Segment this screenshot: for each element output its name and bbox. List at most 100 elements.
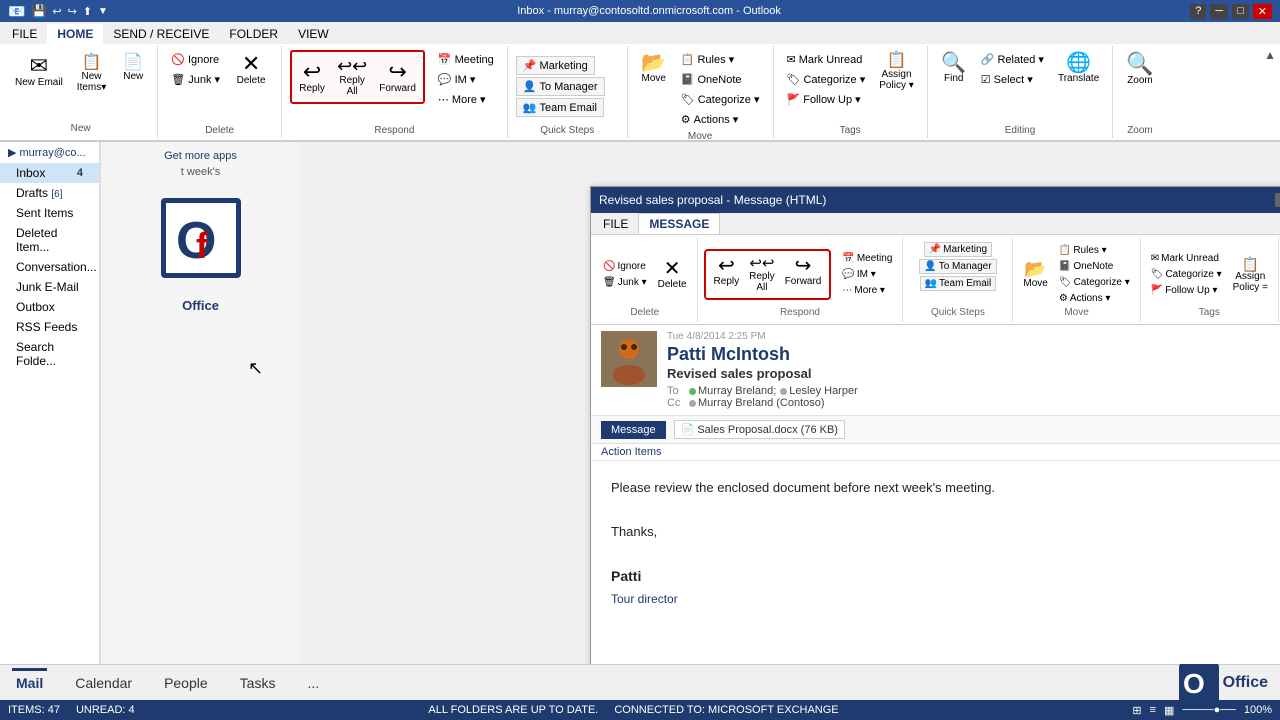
nav-people[interactable]: People xyxy=(160,671,212,695)
view-normal-btn[interactable]: ⊞ xyxy=(1132,704,1141,717)
mark-unread-btn[interactable]: ✉ Mark Unread xyxy=(782,50,871,69)
rules-btn[interactable]: 📋 Rules ▾ xyxy=(676,50,765,69)
meeting-btn[interactable]: 📅 Meeting xyxy=(433,50,499,69)
translate-icon: 🌐 xyxy=(1066,53,1091,73)
mw-team-email-btn[interactable]: 👥 Team Email xyxy=(920,276,997,291)
undo-btn[interactable]: ↩ xyxy=(52,5,61,18)
sidebar-item-outbox[interactable]: Outbox xyxy=(0,297,99,317)
action-items-link[interactable]: Action Items xyxy=(601,446,662,458)
signature-title: Tour director xyxy=(611,589,1280,609)
message-tab-btn[interactable]: Message xyxy=(601,421,666,439)
rules-icon: 📋 xyxy=(681,53,695,66)
mw-marketing-btn[interactable]: 📌 Marketing xyxy=(924,242,992,257)
mw-tags-categorize-btn[interactable]: 🏷 Categorize ▾ xyxy=(1147,267,1226,282)
new-items-btn[interactable]: 📋 NewItems▾ xyxy=(72,52,111,96)
marketing-btn[interactable]: 📌 Marketing xyxy=(516,56,595,75)
team-email-btn[interactable]: 👥 Team Email xyxy=(516,98,604,117)
mw-im-btn[interactable]: 💬 IM ▾ xyxy=(838,267,896,282)
sidebar-item-search[interactable]: Search Folde... xyxy=(0,337,99,371)
sidebar-item-junk[interactable]: Junk E-Mail xyxy=(0,277,99,297)
reply-btn[interactable]: ↩ Reply xyxy=(294,58,330,97)
sidebar-item-inbox[interactable]: Inbox 4 xyxy=(0,163,99,183)
mw-reply-btn[interactable]: ↩ Reply xyxy=(710,253,744,296)
mw-reply-all-btn[interactable]: ↩↩ ReplyAll xyxy=(745,253,779,296)
new-btn[interactable]: 📄 New xyxy=(115,52,151,85)
tab-send-receive[interactable]: SEND / RECEIVE xyxy=(103,24,219,44)
sidebar-item-sent[interactable]: Sent Items xyxy=(0,203,99,223)
mw-move-btn[interactable]: 📂 Move xyxy=(1019,257,1051,292)
nav-mail[interactable]: Mail xyxy=(12,668,47,695)
mw-ignore-btn[interactable]: 🚫 Ignore xyxy=(599,259,651,274)
follow-up-btn[interactable]: 🚩 Follow Up ▾ xyxy=(782,90,871,109)
move-btn[interactable]: 📂 Move xyxy=(636,50,672,87)
quick-save-btn[interactable]: 💾 xyxy=(31,4,46,18)
mw-mark-unread-btn[interactable]: ✉ Mark Unread xyxy=(1147,251,1226,266)
zoom-slider[interactable]: ────●── xyxy=(1182,704,1235,716)
im-icon: 💬 xyxy=(438,73,452,86)
forward-icon: ↪ xyxy=(388,61,406,83)
sidebar-item-deleted[interactable]: Deleted Item... xyxy=(0,223,99,257)
related-btn[interactable]: 🔗 Related ▾ xyxy=(976,50,1049,69)
mw-forward-btn[interactable]: ↪ Forward xyxy=(781,253,826,296)
tab-view[interactable]: VIEW xyxy=(288,24,339,44)
mw-actions-btn[interactable]: ⚙ Actions ▾ xyxy=(1055,291,1134,306)
ignore-btn[interactable]: 🚫 Ignore xyxy=(166,50,225,69)
nav-calendar[interactable]: Calendar xyxy=(71,671,136,695)
more-respond-btn[interactable]: ⋯ More ▾ xyxy=(433,90,499,109)
new-email-btn[interactable]: ✉ New Email xyxy=(10,52,68,91)
translate-btn[interactable]: 🌐 Translate xyxy=(1053,50,1104,87)
tags-categorize-btn[interactable]: 🏷 Categorize ▾ xyxy=(782,70,871,89)
reply-all-icon: ↩↩ xyxy=(337,57,367,75)
nav-tasks[interactable]: Tasks xyxy=(236,671,280,695)
msg-tab-message[interactable]: MESSAGE xyxy=(638,213,720,234)
mw-to-manager-btn[interactable]: 👤 To Manager xyxy=(919,259,996,274)
mw-junk-btn[interactable]: 🗑 Junk ▾ xyxy=(599,275,651,290)
categorize-btn[interactable]: 🏷 Categorize ▾ xyxy=(676,90,765,109)
new-icon: 📄 xyxy=(123,55,143,71)
mw-categorize-btn[interactable]: 🏷 Categorize ▾ xyxy=(1055,275,1134,290)
redo-btn[interactable]: ↪ xyxy=(68,5,77,18)
zoom-btn[interactable]: 🔍 Zoom xyxy=(1121,50,1158,89)
help-btn[interactable]: ? xyxy=(1190,4,1206,19)
msg-help-btn[interactable]: ? xyxy=(1275,193,1280,207)
attachment-file[interactable]: 📄 Sales Proposal.docx (76 KB) xyxy=(674,420,845,439)
nav-more[interactable]: ... xyxy=(303,671,323,695)
send-receive-btn[interactable]: ⬆ xyxy=(83,5,92,18)
mw-delete-btn[interactable]: ✕ Delete xyxy=(654,256,691,293)
find-btn[interactable]: 🔍 Find xyxy=(936,50,972,87)
get-more-apps-right[interactable]: Get more apps xyxy=(164,150,237,162)
sidebar-item-conversation[interactable]: Conversation... xyxy=(0,257,99,277)
onenote-btn[interactable]: 📓 OneNote xyxy=(676,70,765,89)
reply-icon: ↩ xyxy=(303,61,321,83)
forward-btn[interactable]: ↪ Forward xyxy=(374,58,421,97)
mw-meeting-btn[interactable]: 📅 Meeting xyxy=(838,251,896,266)
msg-tab-file[interactable]: FILE xyxy=(593,214,638,234)
sidebar-item-rss[interactable]: RSS Feeds xyxy=(0,317,99,337)
reply-all-btn[interactable]: ↩↩ ReplyAll xyxy=(332,54,372,100)
more-tools-btn[interactable]: ▼ xyxy=(98,6,108,17)
view-compact-btn[interactable]: ▦ xyxy=(1164,704,1174,717)
assign-policy-btn[interactable]: 📋 AssignPolicy ▾ xyxy=(874,50,918,94)
mw-onenote-btn[interactable]: 📓 OneNote xyxy=(1055,259,1134,274)
sidebar-item-drafts[interactable]: Drafts [6] xyxy=(0,183,99,203)
minimize-btn[interactable]: ─ xyxy=(1210,4,1228,19)
select-btn[interactable]: ☑ Select ▾ xyxy=(976,70,1049,89)
mw-rules-btn[interactable]: 📋 Rules ▾ xyxy=(1055,243,1134,258)
mw-more-btn[interactable]: ⋯ More ▾ xyxy=(838,283,896,298)
junk-btn[interactable]: 🗑 Junk ▾ xyxy=(166,70,225,89)
ribbon-collapse-btn[interactable]: ▲ xyxy=(1264,48,1276,62)
to-manager-btn[interactable]: 👤 To Manager xyxy=(516,77,605,96)
close-btn[interactable]: ✕ xyxy=(1253,4,1272,19)
email-date: Tue 4/8/2014 2:25 PM xyxy=(667,331,1280,342)
mw-follow-up-btn[interactable]: 🚩 Follow Up ▾ xyxy=(1147,283,1226,298)
view-reading-btn[interactable]: ≡ xyxy=(1150,704,1156,716)
mw-assign-policy-btn[interactable]: 📋 AssignPolicy = xyxy=(1229,254,1272,296)
tab-folder[interactable]: FOLDER xyxy=(219,24,288,44)
im-btn[interactable]: 💬 IM ▾ xyxy=(433,70,499,89)
restore-btn[interactable]: □ xyxy=(1232,4,1249,19)
actions-btn[interactable]: ⚙ Actions ▾ xyxy=(676,110,765,129)
tab-file[interactable]: FILE xyxy=(2,24,47,44)
delete-btn[interactable]: ✕ Delete xyxy=(229,50,273,89)
tab-home[interactable]: HOME xyxy=(47,24,103,44)
account-label[interactable]: ▶ murray@co... xyxy=(0,142,99,163)
